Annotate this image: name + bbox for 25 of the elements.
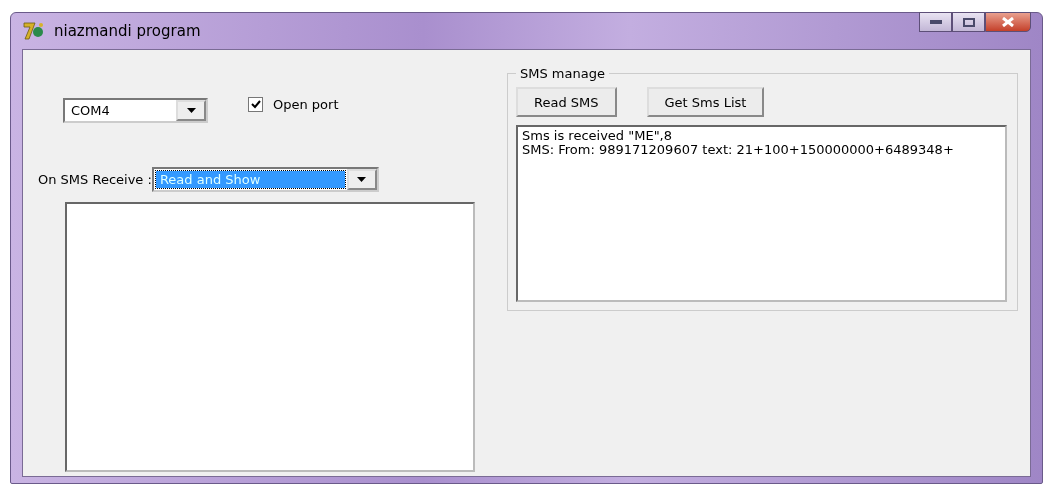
action-button[interactable]: Get Sms List [646, 87, 765, 117]
dropdown-button[interactable] [346, 169, 377, 190]
close-icon [1002, 17, 1014, 27]
group-title: SMS manage [519, 66, 606, 81]
field-label: On SMS Receive : [38, 172, 152, 187]
caret-icon [186, 108, 196, 113]
app-icon [22, 21, 46, 41]
checkbox[interactable] [248, 97, 263, 112]
dropdown-value: Read and Show [155, 171, 345, 188]
close-button[interactable] [985, 12, 1031, 32]
action-button[interactable]: Read SMS [516, 87, 617, 117]
dropdown-value: COM4 [70, 102, 111, 119]
text-area[interactable]: Sms is received "ME",8 SMS: From: 989171209607 text: 21+100+150000000+6489348+ [516, 125, 1007, 302]
message-line: Sms is received "ME",8 [522, 129, 674, 143]
minimize-icon [929, 20, 942, 24]
check-icon [250, 100, 261, 109]
maximize-icon [962, 17, 975, 27]
port-dropdown[interactable]: COM4 [63, 98, 208, 123]
maximize-button[interactable] [952, 12, 985, 32]
minimize-button[interactable] [919, 12, 952, 32]
window-title: niazmandi program [54, 22, 201, 40]
dropdown-button[interactable] [176, 100, 206, 121]
message-line: SMS: From: 989171209607 text: 21+100+150000000+6489348+ [522, 143, 955, 157]
caret-icon [357, 177, 367, 182]
checkbox-label: Open port [273, 97, 339, 112]
